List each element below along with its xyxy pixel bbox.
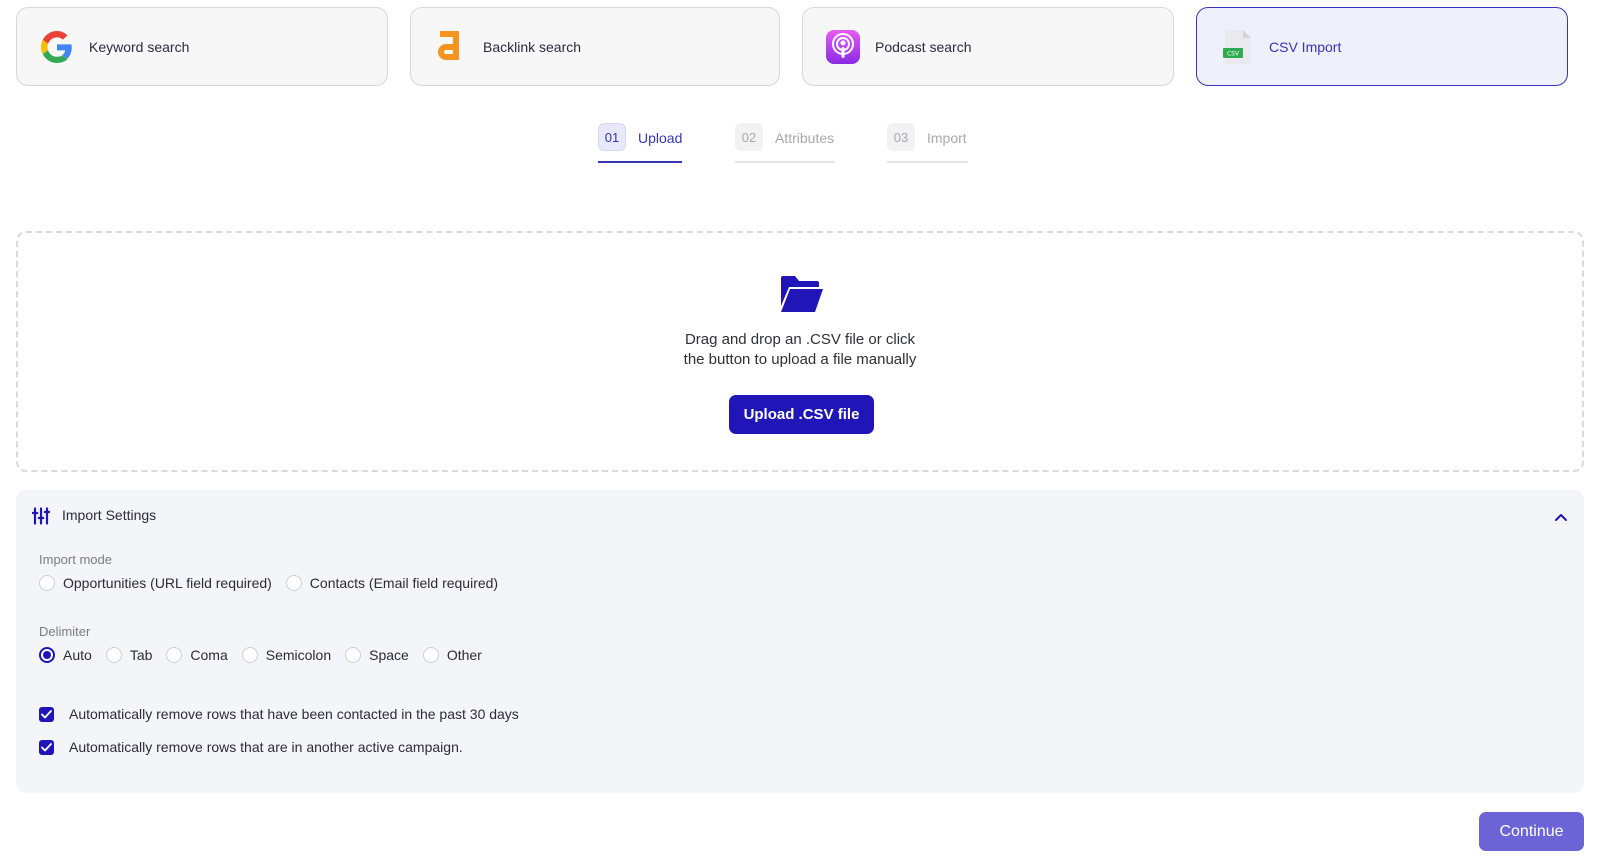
step-upload[interactable]: 01 Upload [598,123,682,163]
step-label: Upload [638,130,683,146]
source-card-label: Backlink search [483,38,582,55]
radio-delimiter-coma[interactable]: Coma [166,647,228,663]
import-settings-header[interactable]: Import Settings [16,490,1584,540]
source-card-label: CSV Import [1269,38,1342,55]
checkbox-checked[interactable] [39,706,54,722]
checkbox-remove-active-campaign[interactable]: Automatically remove rows that are in an… [39,739,463,755]
google-icon [39,29,75,65]
step-number: 02 [735,123,763,151]
step-underline [598,161,682,163]
radio-label: Contacts (Email field required) [309,575,499,591]
radio-dot [422,647,439,663]
step-label: Import [927,130,967,146]
checkbox-remove-contacted-30-days[interactable]: Automatically remove rows that have been… [39,706,519,722]
folder-open-icon [781,276,823,312]
checkbox-checked[interactable] [39,739,54,755]
radio-dot [166,647,183,663]
continue-button[interactable]: Continue [1479,812,1584,851]
sliders-icon [31,507,51,525]
step-label: Attributes [775,130,835,146]
csv-dropzone[interactable]: Drag and drop an .CSV file or click the … [16,231,1584,472]
radio-dot [39,575,55,591]
radio-delimiter-other[interactable]: Other [422,647,482,663]
podcast-icon [825,29,861,65]
chevron-up-icon[interactable] [1554,509,1568,521]
radio-import-mode-opportunities[interactable]: Opportunities (URL field required) [39,575,272,591]
step-attributes[interactable]: 02 Attributes [735,123,835,163]
radio-label: Semicolon [265,647,332,663]
dropzone-instruction-line2: the button to upload a file manually [683,351,917,368]
radio-dot [241,647,258,663]
delimiter-radio-group: Auto Tab Coma Semicolon Space Other [39,645,496,665]
checkbox-label: Automatically remove rows that are in an… [69,739,463,755]
import-settings-title: Import Settings [62,507,157,523]
step-import[interactable]: 03 Import [887,123,968,163]
svg-text:CSV: CSV [1227,51,1240,58]
radio-label: Space [369,647,409,663]
radio-dot [105,647,122,663]
source-card-podcast-search[interactable]: Podcast search [802,7,1174,86]
delimiter-label: Delimiter [39,624,91,639]
radio-import-mode-contacts[interactable]: Contacts (Email field required) [285,575,499,591]
source-card-label: Keyword search [89,38,190,55]
source-card-backlink-search[interactable]: Backlink search [410,7,780,86]
source-card-label: Podcast search [875,38,972,55]
step-underline [887,161,968,163]
dropzone-instruction-line1: Drag and drop an .CSV file or click [684,331,916,348]
step-number: 03 [887,123,915,151]
ahrefs-icon [433,29,469,65]
source-card-csv-import[interactable]: CSV CSV Import [1196,7,1568,86]
source-card-keyword-search[interactable]: Keyword search [16,7,388,86]
checkbox-label: Automatically remove rows that have been… [69,706,519,722]
radio-delimiter-tab[interactable]: Tab [105,647,153,663]
upload-csv-button[interactable]: Upload .CSV file [729,395,874,434]
radio-label: Opportunities (URL field required) [63,575,272,591]
source-tabs: Keyword search Backlink search Podcast s… [16,7,1584,86]
radio-delimiter-semicolon[interactable]: Semicolon [241,647,332,663]
radio-label: Auto [63,647,92,663]
radio-dot [285,575,302,591]
step-underline [735,161,835,163]
radio-label: Tab [129,647,153,663]
radio-dot [345,647,362,663]
radio-label: Coma [190,647,228,663]
radio-label: Other [446,647,482,663]
radio-dot [39,647,55,663]
import-stepper: 01 Upload 02 Attributes 03 Import [0,123,1600,163]
import-mode-label: Import mode [39,552,112,567]
import-settings-panel: Import Settings Import mode Opportunitie… [16,490,1584,793]
radio-delimiter-space[interactable]: Space [345,647,409,663]
import-mode-radio-group: Opportunities (URL field required) Conta… [39,573,512,593]
csv-file-icon: CSV [1219,29,1255,65]
step-number: 01 [598,123,626,151]
radio-delimiter-auto[interactable]: Auto [39,647,92,663]
